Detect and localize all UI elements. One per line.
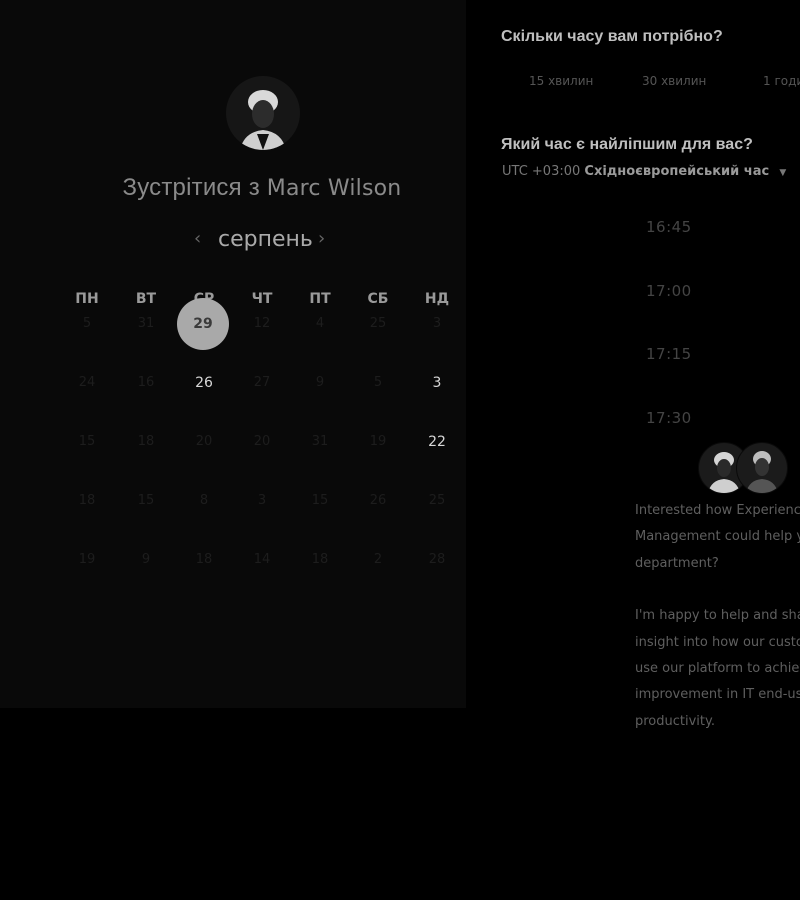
calendar-day: 31 bbox=[137, 316, 155, 331]
month-navigation: ‹ серпень › bbox=[190, 226, 340, 256]
weekday-fri: ПТ bbox=[309, 291, 331, 307]
calendar-day: 18 bbox=[137, 434, 155, 449]
intro-line: improvement in IT end-us bbox=[635, 687, 800, 703]
calendar-day: 31 bbox=[311, 434, 329, 449]
time-slot[interactable]: 17:15 bbox=[646, 345, 692, 363]
person-icon bbox=[746, 451, 778, 493]
calendar-day: 28 bbox=[428, 552, 446, 567]
calendar-day-selected[interactable]: 29 bbox=[177, 298, 229, 350]
host-prefix: Зустрітися з bbox=[122, 174, 260, 201]
timezone-name: Східноєвропейський час bbox=[584, 164, 770, 179]
calendar-day: 25 bbox=[369, 316, 387, 331]
calendar-day: 3 bbox=[432, 316, 442, 331]
time-question: Який час є найліпшим для вас? bbox=[501, 136, 753, 153]
calendar-day: 18 bbox=[195, 552, 213, 567]
calendar-day: 15 bbox=[137, 493, 155, 508]
calendar-day: 9 bbox=[315, 375, 325, 390]
calendar-day: 20 bbox=[195, 434, 213, 449]
intro-paragraph: Interested how Experience Management cou… bbox=[635, 498, 800, 577]
intro-line: department? bbox=[635, 555, 719, 571]
page-title: Зустрітися з Marc Wilson bbox=[0, 174, 524, 202]
intro-line: productivity. bbox=[635, 713, 715, 729]
weekday-tue: ВТ bbox=[135, 291, 157, 307]
duration-question: Скільки часу вам потрібно? bbox=[501, 28, 723, 45]
intro-description: Interested how Experience Management cou… bbox=[635, 498, 800, 761]
intro-line: Management could help y bbox=[635, 529, 800, 545]
intro-line: use our platform to achiev bbox=[635, 661, 800, 677]
calendar-day-available[interactable]: 22 bbox=[417, 431, 457, 453]
weekday-mon: ПН bbox=[75, 291, 99, 307]
calendar-day: 25 bbox=[428, 493, 446, 508]
intro-line: insight into how our custo bbox=[635, 634, 800, 650]
calendar-panel: Зустрітися з Marc Wilson ‹ серпень › ПН … bbox=[0, 0, 466, 708]
calendar-day: 16 bbox=[137, 375, 155, 390]
host-avatar bbox=[226, 76, 300, 150]
calendar-day: 18 bbox=[78, 493, 96, 508]
calendar-day: 19 bbox=[369, 434, 387, 449]
intro-line: I'm happy to help and sha bbox=[635, 608, 800, 624]
calendar-day: 26 bbox=[369, 493, 387, 508]
calendar-day: 15 bbox=[78, 434, 96, 449]
calendar-day: 14 bbox=[253, 552, 271, 567]
calendar-day: 8 bbox=[199, 493, 209, 508]
duration-option-15[interactable]: 15 хвилин bbox=[529, 74, 593, 88]
calendar-day: 12 bbox=[253, 316, 271, 331]
chevron-left-icon[interactable]: ‹ bbox=[194, 228, 201, 249]
weekday-thu: ЧТ bbox=[251, 291, 273, 307]
time-slot[interactable]: 17:00 bbox=[646, 282, 692, 300]
calendar-day: 5 bbox=[82, 316, 92, 331]
calendar-day: 3 bbox=[257, 493, 267, 508]
weekday-sun: НД bbox=[424, 291, 450, 307]
duration-option-30[interactable]: 30 хвилин bbox=[642, 74, 706, 88]
calendar-day: 18 bbox=[311, 552, 329, 567]
chevron-down-icon: ▼ bbox=[779, 168, 787, 178]
intro-paragraph: I'm happy to help and sha insight into h… bbox=[635, 603, 800, 735]
weekday-sat: СБ bbox=[367, 291, 389, 307]
calendar-day-available[interactable]: 26 bbox=[184, 372, 224, 394]
duration-option-60[interactable]: 1 годин bbox=[763, 74, 800, 88]
calendar-day: 27 bbox=[253, 375, 271, 390]
chevron-right-icon[interactable]: › bbox=[318, 228, 325, 249]
team-avatar bbox=[736, 442, 788, 494]
person-icon bbox=[240, 90, 286, 150]
calendar-day: 4 bbox=[315, 316, 325, 331]
intro-line: Interested how Experience bbox=[635, 503, 800, 518]
calendar-day: 5 bbox=[373, 375, 383, 390]
calendar-day: 19 bbox=[78, 552, 96, 567]
calendar-day: 9 bbox=[141, 552, 151, 567]
time-slot[interactable]: 16:45 bbox=[646, 218, 692, 236]
calendar-day: 2 bbox=[373, 552, 383, 567]
calendar-day-available[interactable]: 3 bbox=[417, 372, 457, 394]
calendar-day: 15 bbox=[311, 493, 329, 508]
calendar-day: 24 bbox=[78, 375, 96, 390]
timezone-select[interactable]: UTC +03:00 Східноєвропейський час ▼ bbox=[502, 164, 786, 179]
timezone-offset: UTC +03:00 bbox=[502, 164, 581, 179]
time-slot[interactable]: 17:30 bbox=[646, 409, 692, 427]
month-label: серпень bbox=[218, 227, 313, 252]
calendar-day: 20 bbox=[253, 434, 271, 449]
host-name: Marc Wilson bbox=[266, 176, 402, 201]
